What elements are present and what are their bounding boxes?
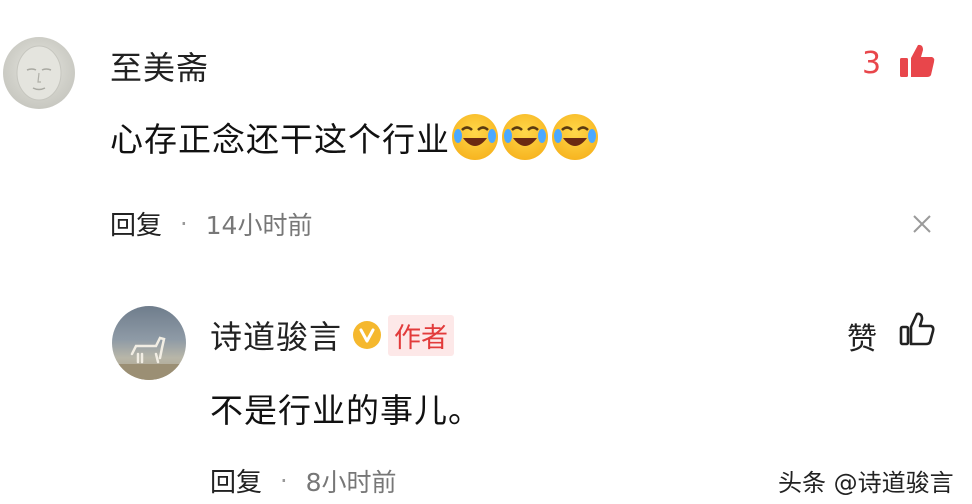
reply-button[interactable]: 回复 [110,205,162,242]
buddha-face-graphic [16,45,62,101]
author-header-row: 诗道骏言 作者 [210,312,455,358]
reply-timestamp: 8小时前 [305,467,397,497]
commenter-username[interactable]: 至美斋 [110,43,209,89]
reply-text: 不是行业的事儿。 [210,391,482,430]
reply-reply-button[interactable]: 回复 [210,462,262,499]
commenter-avatar[interactable] [3,37,75,109]
crying-laughing-emoji [552,114,598,160]
comment-text: 心存正念还干这个行业 [110,120,450,159]
thumbs-up-outline-icon[interactable] [898,310,936,348]
comment-meta-row: 回复 · 14小时前 [110,205,312,242]
meta-separator: · [180,209,188,238]
source-watermark: 头条 @诗道骏言 [778,469,954,497]
crying-laughing-emoji [452,114,498,160]
close-icon[interactable] [911,213,933,235]
crying-laughing-emoji [502,114,548,160]
author-username[interactable]: 诗道骏言 [210,312,342,358]
meta-separator: · [280,466,288,495]
author-avatar[interactable] [112,306,186,380]
comment-timestamp: 14小时前 [205,210,313,240]
reply-meta-row: 回复 · 8小时前 [210,462,397,499]
comment-text-row: 心存正念还干这个行业 [110,113,598,161]
horse-graphic [112,336,186,380]
reply-like-label[interactable]: 赞 [847,314,877,358]
verified-badge-icon [352,320,382,350]
like-count: 3 [862,46,882,81]
author-tag: 作者 [388,314,455,356]
thumbs-up-filled-icon[interactable] [898,42,936,80]
